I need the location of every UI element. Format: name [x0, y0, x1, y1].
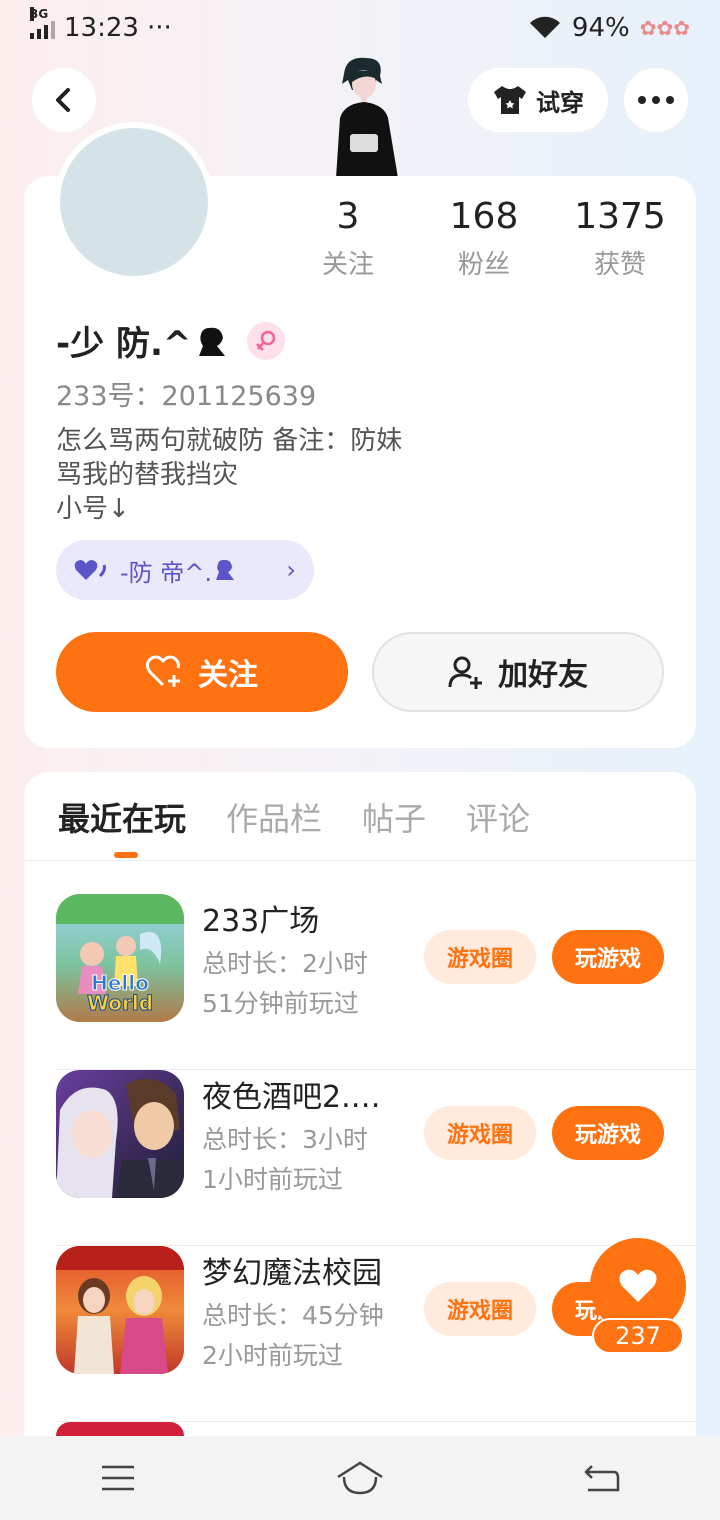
stat-value: 1375 [574, 196, 666, 237]
list-item[interactable]: 夜色酒吧2.… 总时长：3小时 1小时前玩过 游戏圈 玩游戏 [56, 1070, 696, 1246]
silhouette-emoji-icon [216, 559, 235, 580]
play-game-button[interactable]: 玩游戏 [552, 1106, 664, 1160]
system-nav-bar [0, 1436, 720, 1520]
chevron-left-icon [56, 88, 70, 112]
back-nav-icon[interactable] [584, 1464, 620, 1492]
total-time: 总时长：45分钟 [202, 1301, 384, 1330]
game-icon-night-bar[interactable] [56, 1070, 184, 1198]
status-bar: 3G 13:23 ··· 94% ✿✿✿ [0, 0, 720, 56]
linked-account-pill[interactable]: -防 帝^. › [56, 540, 314, 600]
add-friend-label: 加好友 [498, 658, 588, 693]
bio-line: 怎么骂两句就破防 备注：防妹 [56, 426, 403, 456]
username: -少 防.^ [56, 324, 192, 364]
silhouette-emoji-icon [199, 327, 226, 356]
like-count: 237 [592, 1318, 684, 1354]
avatar-character-figure [336, 57, 398, 178]
heart-icon [619, 1269, 657, 1302]
follow-label: 关注 [198, 658, 258, 693]
stat-following[interactable]: 3 关注 [280, 196, 416, 281]
chevron-right-icon: › [286, 556, 296, 584]
more-dot [666, 96, 674, 104]
game-circle-button[interactable]: 游戏圈 [424, 1282, 536, 1336]
stat-followers[interactable]: 168 粉丝 [416, 196, 552, 281]
username-row: -少 防.^ [56, 316, 286, 365]
battery-icon: ✿✿✿ [639, 16, 690, 40]
game-circle-button[interactable]: 游戏圈 [424, 930, 536, 984]
last-played: 1小时前玩过 [202, 1165, 343, 1194]
last-played: 51分钟前玩过 [202, 989, 359, 1018]
shirt-icon [494, 86, 526, 114]
stat-label: 获赞 [593, 250, 646, 280]
cellular-signal-icon: 3G [30, 7, 56, 39]
home-icon[interactable] [336, 1461, 384, 1495]
add-friend-button[interactable]: 加好友 [372, 632, 664, 712]
tab-posts[interactable]: 帖子 [362, 794, 426, 840]
linked-account-name: -防 帝^. [120, 558, 213, 587]
heart-plus-icon [146, 655, 180, 687]
wifi-icon [529, 16, 560, 38]
game-icon-magic-academy[interactable] [56, 1246, 184, 1374]
game-name: 233广场 [202, 904, 320, 939]
network-type: 3G [30, 7, 49, 21]
user-id: 233号：201125639 [56, 381, 317, 412]
profile-tabs: 最近在玩 作品栏 帖子 评论 [58, 794, 530, 840]
game-circle-button[interactable]: 游戏圈 [424, 1106, 536, 1160]
game-name: 夜色酒吧2.… [202, 1080, 381, 1115]
stat-value: 3 [336, 196, 360, 237]
try-on-label: 试穿 [536, 88, 584, 117]
total-time: 总时长：2小时 [202, 949, 368, 978]
back-button[interactable] [32, 68, 96, 132]
active-tab-indicator [114, 852, 138, 858]
add-user-icon [448, 656, 482, 689]
stat-label: 关注 [321, 250, 374, 280]
stat-value: 168 [449, 196, 519, 237]
tab-works[interactable]: 作品栏 [226, 794, 322, 840]
bio-line: 小号↓ [56, 494, 130, 524]
divider [24, 860, 696, 861]
svg-text:World: World [87, 991, 153, 1015]
menu-icon[interactable] [100, 1464, 136, 1492]
battery-percent: 94% [571, 13, 630, 43]
female-gender-icon [247, 321, 286, 360]
stat-label: 粉丝 [457, 250, 510, 280]
follow-button[interactable]: 关注 [56, 632, 348, 712]
profile-stats: 3 关注 168 粉丝 1375 获赞 [280, 196, 700, 281]
game-meta: 总时长：45分钟 2小时前玩过 [202, 1296, 384, 1376]
more-dot [638, 96, 646, 104]
more-options-button[interactable] [624, 68, 688, 132]
notification-dots: ··· [146, 13, 172, 43]
stat-likes[interactable]: 1375 获赞 [552, 196, 688, 281]
play-game-button[interactable]: 玩游戏 [552, 930, 664, 984]
double-heart-icon [74, 560, 106, 580]
tab-comments[interactable]: 评论 [466, 794, 530, 840]
avatar[interactable] [54, 122, 214, 282]
game-meta: 总时长：2小时 51分钟前玩过 [202, 944, 368, 1024]
game-name: 梦幻魔法校园 [202, 1256, 382, 1291]
bio-line: 骂我的替我挡灾 [56, 460, 239, 490]
tab-recently-played[interactable]: 最近在玩 [58, 794, 186, 840]
game-meta: 总时长：3小时 1小时前玩过 [202, 1120, 368, 1200]
total-time: 总时长：3小时 [202, 1125, 368, 1154]
game-icon-233-plaza[interactable]: Hello World [56, 894, 184, 1022]
bio: 怎么骂两句就破防 备注：防妹 骂我的替我挡灾 小号↓ [56, 424, 402, 526]
last-played: 2小时前玩过 [202, 1341, 343, 1370]
list-item-partial[interactable] [56, 1422, 184, 1436]
try-on-button[interactable]: 试穿 [468, 68, 608, 132]
more-dot [652, 96, 660, 104]
list-item[interactable]: Hello World 233广场 总时长：2小时 51分钟前玩过 游戏圈 玩游… [56, 894, 696, 1070]
clock: 13:23 [64, 13, 139, 43]
